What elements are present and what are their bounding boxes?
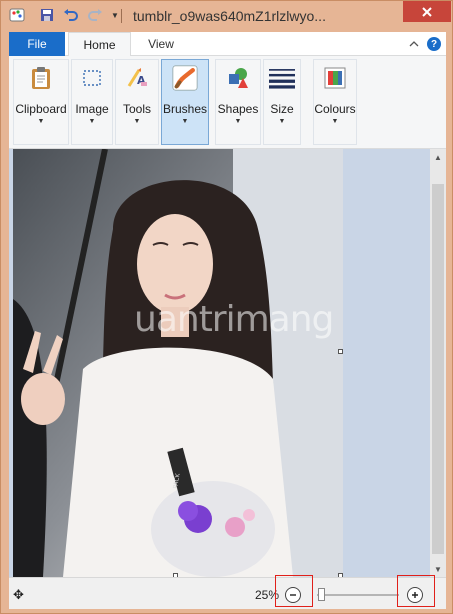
ribbon-group-shapes[interactable]: Shapes ▼	[215, 59, 261, 145]
scrollbar-thumb[interactable]	[432, 184, 444, 554]
zoom-slider-track[interactable]	[317, 594, 399, 596]
clipboard-icon	[28, 65, 54, 91]
ribbon-label: Size	[270, 102, 294, 116]
dropdown-arrow-icon: ▼	[88, 118, 96, 125]
ribbon-tab-bar: File Home View ?	[9, 32, 446, 57]
photo-image: PACK	[13, 149, 343, 577]
watermark-text-value: uantrimang	[134, 299, 334, 340]
dropdown-arrow-icon: ▼	[37, 118, 45, 125]
resize-handle-right[interactable]	[338, 349, 343, 354]
highlight-box-zoom-in	[397, 575, 435, 607]
redo-icon[interactable]	[87, 7, 103, 23]
canvas-area[interactable]: PACK uantrimang	[9, 149, 430, 578]
title-bar: ▼ tumblr_o9was640mZ1rlzlwyo...	[1, 1, 452, 31]
dropdown-arrow-icon: ▼	[133, 118, 141, 125]
scroll-up-icon[interactable]: ▲	[430, 149, 446, 165]
ribbon: Clipboard ▼ Image ▼ A Tools ▼ Brushes ▼	[9, 56, 446, 149]
paint-window: ▼ tumblr_o9was640mZ1rlzlwyo... File Home…	[0, 0, 453, 614]
status-bar: ✥ 25%	[9, 575, 446, 609]
ribbon-label: Brushes	[162, 102, 208, 116]
paint-app-icon[interactable]	[9, 7, 25, 23]
ribbon-group-size[interactable]: Size ▼	[263, 59, 301, 145]
zoom-slider-thumb[interactable]	[318, 588, 325, 601]
tab-view[interactable]: View	[133, 32, 189, 56]
brush-icon	[172, 65, 198, 91]
dropdown-arrow-icon: ▼	[331, 118, 339, 125]
help-icon[interactable]: ?	[427, 37, 441, 51]
ribbon-group-brushes[interactable]: Brushes ▼	[161, 59, 209, 145]
ribbon-group-tools[interactable]: A Tools ▼	[115, 59, 159, 145]
save-icon[interactable]	[39, 7, 55, 23]
tab-file[interactable]: File	[9, 32, 65, 56]
tools-icon: A	[124, 65, 150, 91]
cursor-position-icon: ✥	[13, 587, 24, 602]
shapes-icon	[225, 65, 251, 91]
title-separator	[121, 9, 122, 23]
close-button[interactable]	[403, 1, 451, 22]
size-icon	[269, 65, 295, 91]
watermark-text: uantrimang	[134, 299, 334, 340]
close-icon	[422, 6, 432, 17]
dropdown-arrow-icon: ▼	[181, 118, 189, 125]
highlight-box-zoom-out	[275, 575, 313, 607]
tab-home[interactable]: Home	[68, 32, 131, 57]
colours-icon	[322, 65, 348, 91]
ribbon-label: Colours	[314, 102, 356, 116]
canvas-photo[interactable]: PACK	[13, 149, 343, 577]
image-select-icon	[79, 65, 105, 91]
ribbon-label: Shapes	[217, 102, 259, 116]
ribbon-label: Tools	[122, 102, 151, 116]
dropdown-arrow-icon: ▼	[278, 118, 286, 125]
ribbon-group-image[interactable]: Image ▼	[71, 59, 113, 145]
ribbon-group-colours[interactable]: Colours ▼	[313, 59, 357, 145]
ribbon-label: Image	[75, 102, 109, 116]
window-title: tumblr_o9was640mZ1rlzlwyo...	[133, 8, 326, 24]
vertical-scrollbar[interactable]: ▲ ▼	[430, 149, 446, 577]
collapse-ribbon-icon[interactable]	[407, 37, 421, 51]
undo-icon[interactable]	[63, 7, 79, 23]
ribbon-group-clipboard[interactable]: Clipboard ▼	[13, 59, 69, 145]
dropdown-arrow-icon: ▼	[234, 118, 242, 125]
ribbon-label: Clipboard	[15, 102, 67, 116]
